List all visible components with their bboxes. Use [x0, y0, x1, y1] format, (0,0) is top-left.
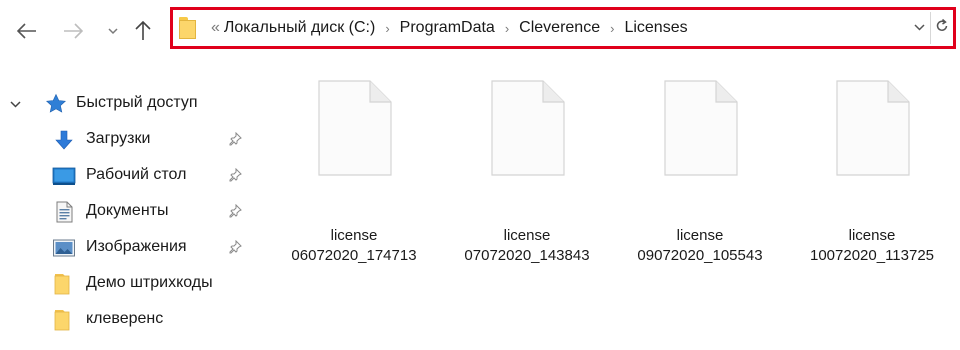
- chevron-down-icon: [108, 27, 118, 34]
- star-icon: [45, 93, 67, 113]
- folder-icon: [54, 274, 70, 295]
- back-button[interactable]: [12, 14, 42, 48]
- pin-icon[interactable]: [228, 203, 242, 221]
- recent-locations-button[interactable]: [104, 14, 122, 48]
- file-name: license 07072020_143843: [447, 226, 607, 266]
- file-item[interactable]: license 10072020_113725: [792, 76, 952, 296]
- arrow-up-icon: [135, 21, 151, 40]
- up-button[interactable]: [130, 14, 156, 48]
- file-name: license 06072020_174713: [274, 226, 434, 266]
- chevron-down-icon: [914, 24, 925, 31]
- expand-chevron-icon[interactable]: [10, 97, 21, 111]
- documents-icon: [56, 201, 73, 223]
- folder-icon: [54, 310, 70, 331]
- download-icon: [55, 130, 73, 150]
- navigation-bar: « Локальный диск (C:) › ProgramData › Cl…: [0, 0, 960, 62]
- breadcrumb-cleverence[interactable]: Cleverence: [519, 19, 600, 37]
- file-name-line2: 10072020_113725: [809, 247, 935, 264]
- pin-icon[interactable]: [228, 167, 242, 185]
- sidebar-item-label: Документы: [86, 202, 169, 219]
- sidebar-item-cleverence[interactable]: клеверенс: [0, 302, 262, 338]
- file-item[interactable]: license 06072020_174713: [274, 76, 434, 296]
- file-list: license 06072020_174713 license 07072020…: [270, 76, 960, 350]
- sidebar-item-demo-barcodes[interactable]: Демо штрихкоды: [0, 266, 262, 302]
- breadcrumb-separator-icon[interactable]: ›: [385, 21, 389, 36]
- refresh-icon: [936, 18, 948, 31]
- file-icon: [836, 80, 910, 176]
- sidebar-item-label: Загрузки: [86, 130, 151, 147]
- sidebar-item-quick-access[interactable]: Быстрый доступ: [0, 86, 262, 122]
- breadcrumb-separator-icon[interactable]: ›: [505, 21, 509, 36]
- file-name: license 09072020_105543: [620, 226, 780, 266]
- arrow-left-icon: [17, 23, 36, 39]
- sidebar-item-label: Быстрый доступ: [76, 94, 198, 111]
- sidebar-item-label: Изображения: [86, 238, 187, 255]
- file-name-line2: 09072020_105543: [637, 247, 763, 264]
- file-name: license 10072020_113725: [792, 226, 952, 266]
- file-name-line2: 07072020_143843: [464, 247, 590, 264]
- sidebar-item-pictures[interactable]: Изображения: [0, 230, 262, 266]
- desktop-icon: [52, 167, 76, 185]
- file-item[interactable]: license 07072020_143843: [447, 76, 607, 296]
- file-name-line1: license: [848, 227, 896, 244]
- arrow-right-icon: [64, 23, 83, 39]
- address-bar[interactable]: « Локальный диск (C:) › ProgramData › Cl…: [170, 7, 956, 49]
- breadcrumb-local-disk[interactable]: Локальный диск (C:): [224, 19, 375, 37]
- overflow-chevron[interactable]: «: [211, 19, 220, 37]
- file-icon: [491, 80, 565, 176]
- navigation-pane: Быстрый доступ Загрузки Рабочий стол Док…: [0, 82, 262, 350]
- sidebar-item-label: Демо штрихкоды: [86, 274, 213, 291]
- sidebar-item-downloads[interactable]: Загрузки: [0, 122, 262, 158]
- pin-icon[interactable]: [228, 131, 242, 149]
- forward-button[interactable]: [58, 14, 88, 48]
- address-history-button[interactable]: [914, 18, 925, 34]
- folder-icon: [179, 17, 199, 39]
- sidebar-item-label: Рабочий стол: [86, 166, 187, 183]
- sidebar-item-label: клеверенс: [86, 310, 164, 327]
- refresh-button[interactable]: [935, 17, 949, 38]
- pin-icon[interactable]: [228, 239, 242, 257]
- sidebar-item-desktop[interactable]: Рабочий стол: [0, 158, 262, 194]
- pictures-icon: [53, 239, 75, 257]
- file-icon: [664, 80, 738, 176]
- address-divider: [930, 12, 931, 44]
- file-name-line1: license: [503, 227, 551, 244]
- file-icon: [318, 80, 392, 176]
- breadcrumb-licenses[interactable]: Licenses: [624, 19, 687, 37]
- file-item[interactable]: license 09072020_105543: [620, 76, 780, 296]
- sidebar-item-documents[interactable]: Документы: [0, 194, 262, 230]
- file-name-line1: license: [676, 227, 724, 244]
- file-name-line1: license: [330, 227, 378, 244]
- file-name-line2: 06072020_174713: [291, 247, 417, 264]
- breadcrumb-programdata[interactable]: ProgramData: [400, 19, 495, 37]
- breadcrumb-separator-icon[interactable]: ›: [610, 21, 614, 36]
